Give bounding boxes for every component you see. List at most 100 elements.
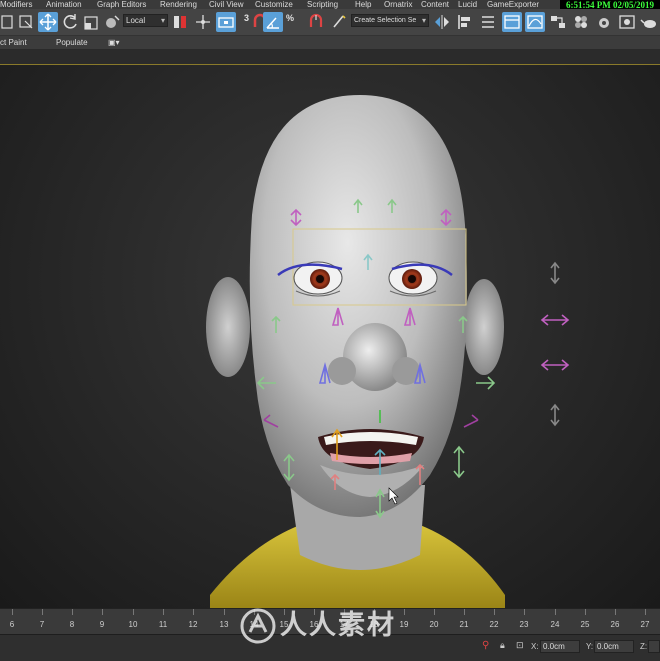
frame-9: 9 [99,620,105,629]
ribbon-tab-populate[interactable]: Populate [56,36,88,50]
selection-set-dropdown[interactable]: Create Selection Se [351,14,429,27]
side-slider-1[interactable] [550,261,560,285]
place-icon [106,15,120,28]
ribbon-tab-object-paint[interactable]: ct Paint [0,36,27,50]
frame-20: 20 [429,620,439,629]
percent-snap-toggle[interactable]: % [286,13,294,23]
perspective-viewport[interactable] [0,64,660,608]
manipulate-icon [196,15,210,29]
menu-animation[interactable]: Animation [46,0,82,9]
menu-scripting[interactable]: Scripting [307,0,338,9]
frame-6: 6 [9,620,15,629]
x-coord-label: X: [531,642,539,651]
mirror-button[interactable] [432,12,452,32]
x-coord-field[interactable]: 0.0cm [540,640,580,653]
frame-22: 22 [489,620,499,629]
keyboard-icon [218,17,234,28]
menu-customize[interactable]: Customize [255,0,293,9]
menu-bar: Modifiers Animation Graph Editors Render… [0,0,660,9]
menu-modifiers[interactable]: Modifiers [0,0,32,9]
render-setup-button[interactable] [594,12,614,32]
scale-icon [84,16,98,30]
align-icon [458,15,470,29]
frame-11: 11 [158,620,168,629]
rotate-icon [63,14,77,29]
spinner-snap-icon [309,13,323,27]
frame-24: 24 [550,620,560,629]
frame-window-icon [619,15,635,29]
z-coord-field[interactable] [648,640,660,653]
frame-23: 23 [519,620,529,629]
spinner-snap-button[interactable] [306,12,326,32]
pivot-icon [174,16,186,28]
frame-26: 26 [610,620,620,629]
frame-13: 13 [219,620,229,629]
angle-snap-icon [266,17,279,29]
schematic-icon [551,16,565,28]
teapot-gear-icon [599,18,609,28]
side-slider-4[interactable] [550,403,560,427]
main-toolbar: Local 3 % Create Selection Se [0,9,660,36]
frame-25: 25 [580,620,590,629]
reference-coordinate-dropdown[interactable]: Local [123,14,168,27]
3ds-max-window: Modifiers Animation Graph Editors Render… [0,0,660,661]
select-place-button[interactable] [102,12,122,32]
z-coord-label: Z: [640,642,648,651]
mouth-corner-control-right[interactable] [463,414,479,428]
jaw-control-right[interactable] [453,445,465,479]
menu-gameexporter[interactable]: GameExporter [487,0,539,9]
material-editor-button[interactable] [571,12,591,32]
snap-toggle[interactable]: 3 [244,13,249,23]
use-pivot-button[interactable] [170,12,190,32]
frame-21: 21 [459,620,469,629]
material-grid-icon [575,16,587,28]
keyboard-shortcut-override-button[interactable] [216,12,236,32]
character-head-render [206,95,570,608]
curve-editor-button[interactable] [525,12,545,32]
absolute-mode-icon[interactable]: ⊡ [516,640,524,651]
ribbon-icon [504,15,520,29]
ribbon-options-dropdown-icon[interactable]: ▣▾ [108,36,120,50]
right-ear [464,279,504,375]
render-production-button[interactable] [640,12,660,32]
angle-snap-button[interactable] [263,12,283,32]
mirror-icon [435,15,449,29]
toggle-ribbon-button[interactable] [502,12,522,32]
frame-19: 19 [399,620,409,629]
move-arrows-icon [39,13,57,31]
left-ear [206,277,250,377]
menu-graph-editors[interactable]: Graph Editors [97,0,146,9]
edit-named-selection-button[interactable] [329,12,349,32]
pin-icon[interactable]: ⚲ [482,640,489,651]
menu-ornatrix[interactable]: Ornatrix [384,0,412,9]
teapot-icon [640,19,656,28]
side-slider-3[interactable] [540,359,570,371]
lock-selection-icon[interactable]: 🔒︎ [500,640,505,651]
layer-list-icon [482,16,494,28]
menu-rendering[interactable]: Rendering [160,0,197,9]
schematic-view-button[interactable] [548,12,568,32]
y-coord-label: Y: [586,642,594,651]
watermark-logo-icon [240,608,276,644]
menu-lucid[interactable]: Lucid [458,0,477,9]
pen-abc-icon [333,15,346,28]
select-rotate-button[interactable] [60,12,80,32]
select-scale-button[interactable] [82,12,102,32]
rendered-frame-window-button[interactable] [617,12,637,32]
curve-editor-icon [527,15,543,29]
menu-content[interactable]: Content [421,0,449,9]
menu-help[interactable]: Help [355,0,371,9]
frame-8: 8 [69,620,75,629]
ribbon-bar: ct Paint Populate ▣▾ [0,36,660,50]
select-move-button[interactable] [38,12,58,32]
align-button[interactable] [455,12,475,32]
y-coord-field[interactable]: 0.0cm [594,640,634,653]
frame-7: 7 [39,620,45,629]
window-crossing-button[interactable] [16,12,36,32]
toggle-scene-explorer-button[interactable] [478,12,498,32]
menu-civil-view[interactable]: Civil View [209,0,244,9]
frame-10: 10 [128,620,138,629]
side-slider-2[interactable] [540,314,570,326]
jaw-side-control-right[interactable] [476,376,496,390]
select-manipulate-button[interactable] [193,12,213,32]
